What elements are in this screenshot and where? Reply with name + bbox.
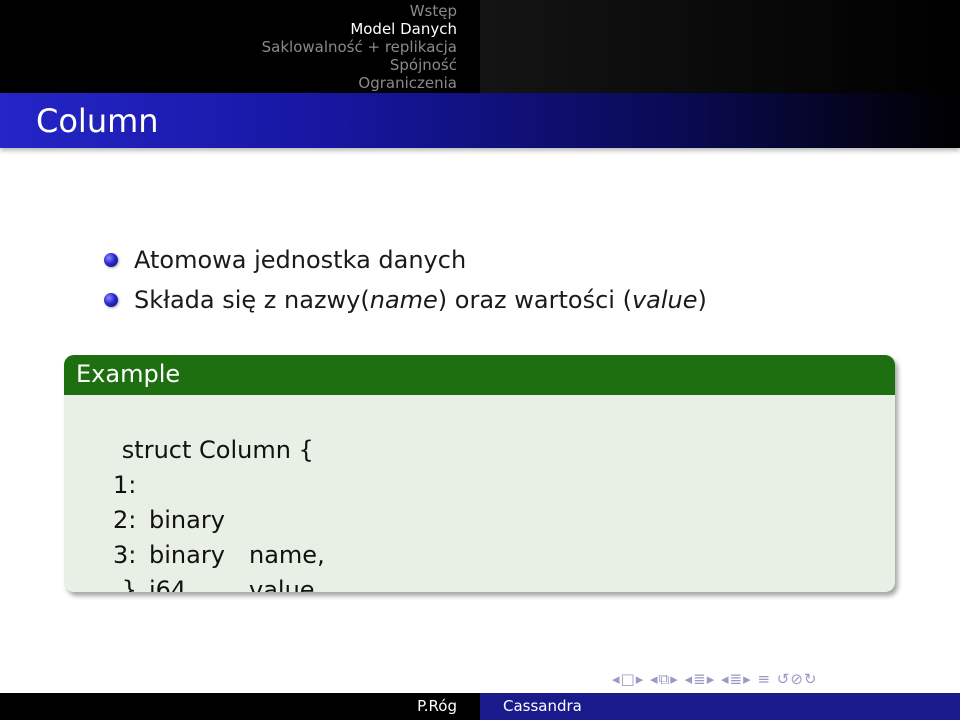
footer-title-box: Cassandra (480, 693, 960, 720)
bullet-text: Składa się z nazwy(name) oraz wartości (… (134, 283, 707, 317)
subsection-area (480, 0, 960, 93)
section-icon: ≣ (693, 670, 707, 688)
align-icon[interactable]: ≡ (757, 670, 771, 688)
example-block: Example struct Column { 1: binary name, … (64, 355, 895, 592)
code-field-id: 1: (113, 471, 137, 499)
code-line: } (76, 538, 137, 592)
page-icon: ≣ (729, 670, 744, 688)
nav-section-model-danych[interactable]: Model Danych (350, 21, 457, 38)
next-subsection-icon[interactable]: ▸ (670, 670, 679, 688)
bullet-text-part: ) (697, 286, 707, 314)
bullet-text-part: Składa się z nazwy( (134, 286, 370, 314)
code-field-type: binary (149, 541, 225, 569)
next-section-icon[interactable]: ▸ (707, 670, 716, 688)
frame-title-bar: Column (0, 93, 960, 148)
nav-section-wstep[interactable]: Wstęp (410, 3, 457, 20)
next-page-icon[interactable]: ▸ (743, 670, 752, 688)
bullet-ball-icon (104, 253, 118, 267)
author-name: P.Róg (417, 697, 457, 715)
example-header: Example (64, 355, 895, 395)
code-line: struct Column { (76, 398, 314, 503)
header-navigation: Wstęp Model Danych Saklowalność + replik… (0, 0, 960, 93)
code-text: } (121, 576, 138, 592)
prev-frame-icon[interactable]: ◂ (612, 670, 621, 688)
code-field-type: i64 (149, 576, 187, 592)
bullet-emphasis-value: value (631, 286, 698, 314)
code-field-name: name, (249, 541, 325, 569)
nav-section-spojnosc[interactable]: Spójność (390, 57, 457, 74)
bullet-text: Atomowa jednostka danych (134, 246, 467, 274)
code-text: struct Column { (121, 436, 314, 464)
footer: P.Róg Cassandra (0, 693, 960, 720)
nav-section-ograniczenia[interactable]: Ograniczenia (358, 75, 457, 92)
footer-author: P.Róg (0, 697, 480, 715)
next-frame-icon[interactable]: ▸ (636, 670, 645, 688)
code-field-type: binary (149, 506, 225, 534)
frame-title: Column (36, 102, 159, 140)
section-list: Wstęp Model Danych Saklowalność + replik… (0, 0, 480, 93)
prev-section-icon[interactable]: ◂ (685, 670, 694, 688)
nav-section-skalowalnosc[interactable]: Saklowalność + replikacja (262, 39, 457, 56)
prev-page-icon[interactable]: ◂ (721, 670, 730, 688)
code-field-name: value, (249, 576, 323, 592)
talk-title: Cassandra (503, 697, 582, 715)
example-title: Example (76, 360, 181, 388)
bullet-emphasis-name: name (369, 286, 438, 314)
prev-subsection-icon[interactable]: ◂ (650, 670, 659, 688)
frame-icon: □ (620, 670, 636, 688)
code-field-id: 2: (113, 506, 137, 534)
subsection-icon: ⧉ (658, 670, 671, 688)
bullet-text-part: ) oraz wartości ( (437, 286, 632, 314)
bullet-ball-icon (104, 293, 118, 307)
navigation-symbols: ◂□▸ ◂⧉▸ ◂≣▸ ◂≣▸ ≡ ↺⊘↻ (612, 670, 818, 688)
search-icon[interactable]: ↺⊘↻ (777, 670, 818, 688)
